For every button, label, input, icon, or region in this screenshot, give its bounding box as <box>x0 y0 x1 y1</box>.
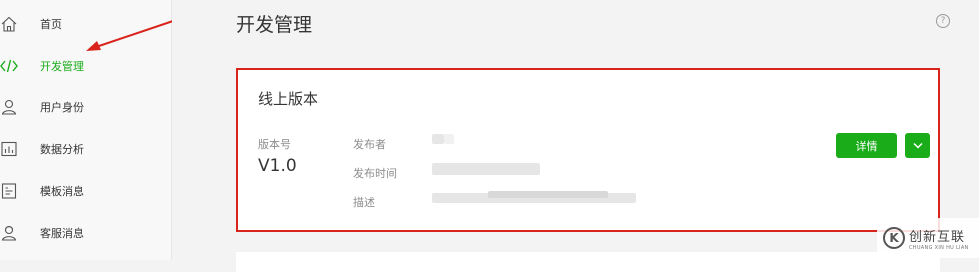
support-icon <box>0 224 18 242</box>
user-icon <box>0 98 18 116</box>
page-title: 开发管理 <box>236 14 313 36</box>
publisher-value-redacted <box>432 134 444 144</box>
publisher-value-redacted <box>444 134 454 144</box>
sidebar-item-user-identity[interactable]: 用户身份 <box>0 92 172 122</box>
sidebar: 首页 开发管理 用户身份 数据分析 模板消息 客服消息 <box>0 0 172 260</box>
sidebar-item-data-analysis[interactable]: 数据分析 <box>0 134 172 164</box>
version-label: 版本号 <box>258 138 291 151</box>
publish-time-label: 发布时间 <box>353 167 397 180</box>
card-title: 线上版本 <box>258 90 319 108</box>
sidebar-item-template-messages[interactable]: 模板消息 <box>0 176 172 206</box>
chevron-down-icon <box>912 142 923 149</box>
help-icon[interactable]: ? <box>936 14 950 28</box>
sidebar-item-dev-management[interactable]: 开发管理 <box>0 51 172 81</box>
publish-time-value-redacted <box>432 163 540 175</box>
chart-icon <box>0 140 18 158</box>
publisher-label: 发布者 <box>353 138 386 151</box>
online-version-card: 线上版本 版本号 V1.0 发布者 发布时间 描述 详情 <box>236 68 940 232</box>
watermark-logo: K <box>883 227 905 249</box>
code-icon <box>0 57 18 75</box>
watermark-text: 创新互联 CHUANG XIN HU LIAN <box>909 226 969 251</box>
sidebar-item-label: 数据分析 <box>40 143 84 156</box>
sidebar-item-label: 模板消息 <box>40 185 84 198</box>
template-icon <box>0 182 18 200</box>
sidebar-item-label: 用户身份 <box>40 101 84 114</box>
sidebar-item-label: 开发管理 <box>40 60 84 73</box>
next-card <box>236 252 940 272</box>
watermark-en: CHUANG XIN HU LIAN <box>909 244 969 251</box>
more-actions-button[interactable] <box>905 133 930 158</box>
sidebar-item-home[interactable]: 首页 <box>0 9 172 39</box>
version-value: V1.0 <box>258 156 297 176</box>
watermark-cn: 创新互联 <box>909 229 966 245</box>
description-value-redacted <box>488 191 608 198</box>
sidebar-item-label: 客服消息 <box>40 227 84 240</box>
home-icon <box>0 15 18 33</box>
main-content: 开发管理 ? 线上版本 版本号 V1.0 发布者 发布时间 描述 详情 <box>172 0 979 272</box>
watermark: K 创新互联 CHUANG XIN HU LIAN <box>877 218 979 258</box>
description-label: 描述 <box>353 196 375 209</box>
sidebar-item-customer-service[interactable]: 客服消息 <box>0 218 172 248</box>
detail-button[interactable]: 详情 <box>836 133 897 158</box>
sidebar-item-label: 首页 <box>40 18 62 31</box>
